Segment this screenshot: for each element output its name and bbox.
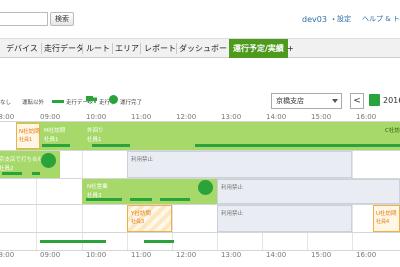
hour-label: 09:00: [40, 251, 61, 259]
hour-label: 09:00: [40, 113, 61, 121]
branch-select[interactable]: 京橋支店: [271, 93, 342, 109]
legend-non-driving: 運転以外: [22, 100, 45, 106]
route-bar: [92, 144, 130, 147]
route-bar: [195, 144, 400, 147]
schedule-title[interactable]: 外回り: [87, 126, 104, 134]
legend-completed: 運行完了: [120, 100, 143, 106]
schedule-block[interactable]: Y社訪問 社員3: [127, 205, 172, 232]
schedule-person: 社員3: [131, 219, 145, 225]
schedule-person: 社員1: [44, 137, 59, 143]
branch-select-value: 京橋支店: [276, 97, 304, 105]
route-bar: [144, 240, 174, 243]
nav-drive-data[interactable]: 走行データ: [44, 39, 84, 58]
route-bar: [160, 198, 190, 201]
nav-dashboard[interactable]: ダッシュボード: [179, 39, 235, 58]
schedule-title: N社訪問: [19, 129, 40, 135]
schedule-person: 社員2: [0, 166, 14, 172]
schedule-person: 社員1: [87, 137, 102, 143]
route-bar: [130, 198, 152, 201]
calendar-icon[interactable]: [369, 94, 380, 106]
schedule-block[interactable]: U社訪問 社員4: [373, 205, 400, 232]
legend-none: なし: [0, 100, 12, 106]
schedule-title[interactable]: M社訪問: [44, 126, 65, 134]
main-nav: デバイス 走行データ ルート エリア レポート ダッシュボード 運行予定/実績 …: [0, 38, 400, 58]
nav-separator: [176, 43, 177, 54]
blocked-block[interactable]: 利用禁止: [217, 179, 400, 204]
row-gap: [0, 122, 16, 150]
user-menu[interactable]: dev03 ・: [302, 14, 337, 25]
chevron-down-icon: [332, 99, 338, 103]
schedule-block[interactable]: N社訪問 社員1: [16, 123, 40, 149]
nav-separator: [41, 43, 42, 54]
blocked-block[interactable]: 利用禁止: [127, 151, 352, 178]
check-icon: [109, 95, 118, 104]
truck-icon: [86, 96, 97, 103]
schedule-person: 社員4: [376, 219, 390, 225]
nav-separator: [82, 43, 83, 54]
schedule-title: Y社訪問: [131, 211, 151, 217]
hour-label: 16:00: [356, 251, 377, 259]
search-button[interactable]: 検索: [50, 12, 74, 26]
legend-line-swatch: [52, 100, 64, 103]
schedule-title[interactable]: C社訪問: [385, 126, 400, 134]
nav-devices[interactable]: デバイス: [6, 39, 38, 58]
schedule-person: 社員1: [19, 137, 33, 143]
nav-area[interactable]: エリア: [115, 39, 139, 58]
route-bar: [86, 198, 122, 201]
hour-label: 13:00: [221, 113, 242, 121]
settings-link[interactable]: 設定: [337, 14, 351, 24]
hour-label: 12:00: [176, 251, 197, 259]
route-bar: [2, 172, 22, 175]
prev-date-button[interactable]: <: [350, 93, 364, 109]
hour-label: 14:00: [266, 113, 287, 121]
nav-add-tab[interactable]: +: [287, 39, 294, 58]
blocked-label: 利用禁止: [221, 211, 244, 217]
blocked-label: 利用禁止: [221, 185, 244, 191]
hour-label: 14:00: [266, 251, 287, 259]
route-bar: [40, 240, 106, 243]
nav-schedule-active[interactable]: 運行予定/実績: [229, 39, 288, 58]
hour-label: 08:00: [0, 251, 15, 259]
blocked-label: 利用禁止: [131, 157, 154, 163]
blocked-block[interactable]: 利用禁止: [217, 205, 352, 232]
nav-report[interactable]: レポート: [144, 39, 176, 58]
date-display: 2016: [383, 96, 400, 105]
hour-label: 08:00: [0, 113, 15, 121]
route-bar: [32, 172, 40, 175]
nav-route[interactable]: ルート: [86, 39, 110, 58]
hour-label: 15:00: [311, 251, 332, 259]
hour-label: 16:00: [356, 113, 377, 121]
schedule-title[interactable]: N社営業: [87, 182, 108, 190]
top-header: 検索 dev03 ・ 設定 ヘルプ & トレー: [0, 0, 400, 38]
hour-label: 10:00: [86, 113, 107, 121]
nav-separator: [112, 43, 113, 54]
hour-label: 11:00: [131, 251, 152, 259]
grid-line: [0, 250, 400, 251]
hour-label: 13:00: [221, 251, 242, 259]
hour-label: 15:00: [311, 113, 332, 121]
nav-separator: [140, 43, 141, 54]
hour-label: 12:00: [176, 113, 197, 121]
hour-label: 11:00: [131, 113, 152, 121]
grid-line: [0, 232, 400, 233]
route-bar: [42, 144, 70, 147]
check-icon: [41, 153, 56, 168]
hour-label: 10:00: [86, 251, 107, 259]
check-icon: [198, 180, 213, 195]
help-link[interactable]: ヘルプ & トレー: [362, 14, 400, 24]
schedule-title: U社訪問: [376, 211, 397, 217]
search-input[interactable]: [0, 12, 48, 26]
